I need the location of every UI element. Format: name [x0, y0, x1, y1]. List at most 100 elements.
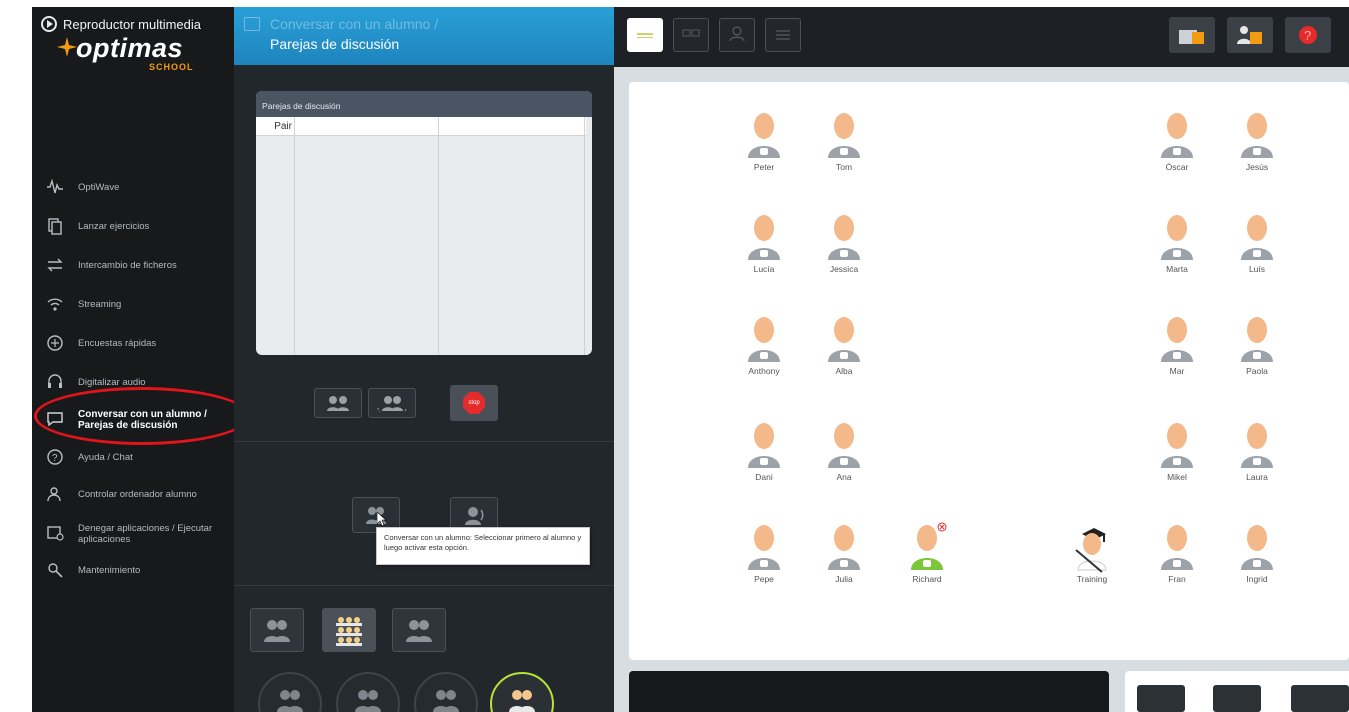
chat-icon [46, 410, 64, 428]
students-group-icon [264, 620, 290, 642]
student-computer[interactable]: Mikel [1147, 420, 1207, 500]
student-computer[interactable]: Luís [1227, 212, 1287, 292]
pairs-table-header: Pair [256, 117, 586, 136]
sidebar-item-controlar-ordenador[interactable]: Controlar ordenador alumno [32, 485, 234, 503]
panel-title-line2: Parejas de discusión [270, 36, 400, 52]
student-icon [1241, 215, 1273, 260]
extra-tool-button[interactable] [1291, 685, 1349, 712]
sidebar-item-lanzar-ejercicios[interactable]: Lanzar ejercicios [32, 217, 234, 235]
sidebar-item-encuestas[interactable]: Encuestas rápidas [32, 334, 234, 352]
student-name: Laura [1246, 472, 1268, 482]
create-pairs-button[interactable] [314, 388, 362, 418]
class-grid-icon [336, 617, 362, 646]
monitor-icon [682, 29, 700, 37]
sidebar-item-denegar-aplicaciones[interactable]: Denegar aplicaciones / Ejecutar aplicaci… [32, 522, 234, 548]
classroom-grid-icon [637, 33, 653, 38]
student-teacher[interactable]: Training [1062, 522, 1122, 602]
sidebar-item-mantenimiento[interactable]: Mantenimiento [32, 561, 234, 579]
student-name: Marta [1166, 264, 1188, 274]
student-name: Training [1076, 574, 1108, 584]
student-icon [828, 215, 860, 260]
help-circle-icon: ? [1299, 26, 1317, 44]
student-computer[interactable]: Jessica [814, 212, 874, 292]
list-view-button[interactable] [765, 18, 801, 52]
student-name: Richard [912, 574, 942, 584]
student-computer[interactable]: Peter [734, 110, 794, 190]
student-computer[interactable]: Alba [814, 314, 874, 394]
student-icon [1161, 317, 1193, 362]
students-dotted-icon [406, 620, 432, 642]
sidebar-item-optiwave[interactable]: OptiWave [32, 178, 234, 196]
student-computer[interactable]: Fran [1147, 522, 1207, 602]
student-computer[interactable]: Pepe [734, 522, 794, 602]
pages-icon [46, 217, 64, 235]
sidebar-item-label: Denegar aplicaciones / Ejecutar aplicaci… [78, 523, 213, 545]
student-computer[interactable]: Mar [1147, 314, 1207, 394]
poll-icon [46, 334, 64, 352]
stop-button[interactable]: stop [450, 385, 498, 421]
group-circle-button-3[interactable] [414, 672, 478, 712]
pairs-table: Parejas de discusión Pair [256, 91, 592, 355]
student-view-button[interactable] [719, 18, 755, 52]
sidebar-item-streaming[interactable]: Streaming [32, 295, 234, 313]
classroom-view-button[interactable] [627, 18, 663, 52]
student-icon [748, 423, 780, 468]
student-computer[interactable]: Anthony [734, 314, 794, 394]
student-computer[interactable]: Marta [1147, 212, 1207, 292]
column-header-pair[interactable]: Pair [256, 121, 294, 132]
student-computer[interactable]: Jesús [1227, 110, 1287, 190]
student-computer[interactable]: Ingrid [1227, 522, 1287, 602]
student-computer[interactable]: Dani [734, 420, 794, 500]
lock-class-button[interactable] [1169, 17, 1215, 53]
sidebar-item-digitalizar-audio[interactable]: Digitalizar audio [32, 373, 234, 391]
student-icon [748, 113, 780, 158]
streaming-tool-button[interactable] [1137, 685, 1185, 712]
students-icon [355, 690, 381, 712]
monitor-view-button[interactable] [673, 18, 709, 52]
teacher-icon [1075, 528, 1107, 573]
exchange-arrows-icon [46, 256, 64, 274]
group-circle-button-2[interactable] [336, 672, 400, 712]
student-icon [828, 317, 860, 362]
student-name: Pepe [754, 574, 774, 584]
sidebar-item-intercambio-ficheros[interactable]: Intercambio de ficheros [32, 256, 234, 274]
student-computer[interactable]: Julia [814, 522, 874, 602]
student-computer[interactable]: Richard [897, 522, 957, 602]
view-mode-button-1[interactable] [250, 608, 304, 652]
student-computer[interactable]: Lucía [734, 212, 794, 292]
chat-icon [244, 17, 260, 31]
group-circle-button-1[interactable] [258, 672, 322, 712]
help-icon: ? [46, 448, 64, 466]
media-player-label: Reproductor multimedia [63, 16, 202, 32]
student-computer[interactable]: Tom [814, 110, 874, 190]
students-tools-button[interactable] [1227, 17, 1273, 53]
student-computer[interactable]: Óscar [1147, 110, 1207, 190]
students-active-icon [509, 690, 535, 712]
sidebar-item-ayuda-chat[interactable]: ? Ayuda / Chat [32, 448, 234, 466]
student-computer[interactable]: Laura [1227, 420, 1287, 500]
classroom-map: Peter Tom Óscar Jesús Lucía Jessica Mart… [629, 82, 1349, 660]
media-player-button[interactable]: Reproductor multimedia [41, 15, 201, 33]
brand-sub: SCHOOL [149, 62, 194, 72]
student-computer[interactable]: Ana [814, 420, 874, 500]
student-name: Mikel [1167, 472, 1187, 482]
student-computer[interactable]: Paola [1227, 314, 1287, 394]
sidebar-item-label: Encuestas rápidas [78, 338, 157, 349]
student-name: Jessica [829, 264, 859, 274]
group-circle-button-4[interactable] [490, 672, 554, 712]
students-tool-button[interactable] [1213, 685, 1261, 712]
svg-text:?: ? [1304, 28, 1311, 43]
brand-star-icon [57, 37, 77, 57]
students-icon [277, 690, 303, 712]
group-pairs-button[interactable] [368, 388, 416, 418]
student-icon [729, 26, 745, 42]
sidebar-item-label: Streaming [78, 299, 122, 310]
view-mode-button-2[interactable] [322, 608, 376, 652]
help-button[interactable]: ? [1285, 17, 1331, 53]
view-mode-button-3[interactable] [392, 608, 446, 652]
student-name: Peter [753, 162, 775, 172]
column-divider [584, 117, 585, 355]
student-icon [748, 317, 780, 362]
sidebar-item-conversar[interactable]: Conversar con un alumno / Parejas de dis… [32, 408, 234, 434]
student-name: Fran [1168, 574, 1186, 584]
